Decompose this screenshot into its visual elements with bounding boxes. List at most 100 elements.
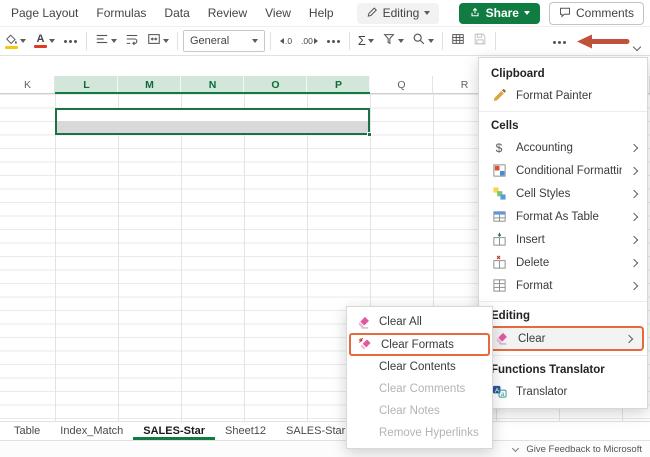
conditional-formatting-icon <box>491 163 507 179</box>
autosum-button[interactable]: Σ <box>355 29 377 53</box>
comments-label: Comments <box>576 6 634 20</box>
merge-cells-icon <box>147 32 161 51</box>
increase-decimal-icon: .00 <box>301 36 318 46</box>
chevron-right-icon <box>630 166 638 174</box>
section-header-editing: Editing <box>479 303 647 326</box>
tab-data[interactable]: Data <box>155 2 198 24</box>
wrap-text-button[interactable] <box>122 29 142 53</box>
tab-help[interactable]: Help <box>300 2 343 24</box>
chevron-down-icon <box>398 39 404 43</box>
menu-section-cells: Cells $ Accounting Conditional Formattin… <box>479 111 647 297</box>
share-button[interactable]: Share <box>459 3 540 24</box>
eraser-formats-icon <box>357 337 373 353</box>
comments-button[interactable]: Comments <box>549 2 644 25</box>
chevron-down-icon <box>424 11 430 15</box>
selected-range-filled-row <box>57 121 368 133</box>
submenu-item-remove-hyperlinks: Remove Hyperlinks <box>347 422 492 444</box>
chevron-down-icon <box>111 39 117 43</box>
format-as-table-icon <box>491 209 507 225</box>
toolbar: A General <box>0 27 650 56</box>
section-header-cells: Cells <box>479 113 647 136</box>
sheet-tab-bar: Table Index_Match SALES-Star Sheet12 SAL… <box>0 421 650 440</box>
chevron-down-icon <box>49 39 55 43</box>
column-header-q[interactable]: Q <box>370 76 433 94</box>
chevron-right-icon <box>625 334 633 342</box>
column-header-o[interactable]: O <box>244 76 307 94</box>
tab-page-layout[interactable]: Page Layout <box>2 2 87 24</box>
menu-item-delete[interactable]: Delete <box>479 251 647 274</box>
decrease-decimal-button[interactable]: .0 <box>276 29 296 53</box>
insert-table-button[interactable] <box>448 29 468 53</box>
sort-filter-icon <box>382 32 396 51</box>
menu-item-format-as-table[interactable]: Format As Table <box>479 205 647 228</box>
menu-item-format-painter[interactable]: Format Painter <box>479 84 647 107</box>
chevron-down-icon <box>163 39 169 43</box>
toolbar-separator <box>270 32 271 50</box>
sheet-tab-index-match[interactable]: Index_Match <box>50 423 133 440</box>
font-color-icon: A <box>34 34 47 48</box>
menu-bar: Page Layout Formulas Data Review View He… <box>0 0 650 27</box>
sheet-tab-sales-star-active[interactable]: SALES-Star <box>133 423 215 440</box>
insert-icon <box>491 232 507 248</box>
menu-item-insert[interactable]: Insert <box>479 228 647 251</box>
column-header-m[interactable]: M <box>118 76 181 94</box>
editing-mode-button[interactable]: Editing <box>357 3 440 24</box>
chevron-down-icon <box>633 42 641 50</box>
increase-decimal-button[interactable]: .00 <box>298 29 321 53</box>
submenu-item-clear-all[interactable]: Clear All <box>347 311 492 333</box>
section-header-clipboard: Clipboard <box>479 61 647 84</box>
column-header-n[interactable]: N <box>181 76 244 94</box>
feedback-link[interactable]: Give Feedback to Microsoft <box>526 444 642 455</box>
more-font-options-button[interactable] <box>60 29 81 53</box>
more-number-formats-button[interactable] <box>323 29 344 53</box>
sort-filter-button[interactable] <box>379 29 407 53</box>
toolbar-overflow-button[interactable] <box>549 30 570 54</box>
save-icon <box>473 32 487 51</box>
selected-range-unfilled-row <box>57 110 368 121</box>
fill-color-button[interactable] <box>2 29 29 53</box>
menu-item-translator[interactable]: Aa Translator <box>479 380 647 403</box>
format-icon <box>491 278 507 294</box>
menu-item-cell-styles[interactable]: Cell Styles <box>479 182 647 205</box>
alignment-button[interactable] <box>92 29 120 53</box>
menu-item-conditional-formatting[interactable]: Conditional Formatting <box>479 159 647 182</box>
tab-view[interactable]: View <box>256 2 300 24</box>
submenu-item-clear-notes: Clear Notes <box>347 400 492 422</box>
delete-icon <box>491 255 507 271</box>
font-color-button[interactable]: A <box>31 29 58 53</box>
column-header-l[interactable]: L <box>55 76 118 94</box>
column-header-p[interactable]: P <box>307 76 370 94</box>
sheet-tab-sheet12[interactable]: Sheet12 <box>215 423 276 440</box>
editing-label: Editing <box>383 6 420 20</box>
menu-item-clear[interactable]: Clear <box>482 326 644 351</box>
fill-handle[interactable] <box>367 132 372 137</box>
toolbar-separator <box>177 32 178 50</box>
column-header-k[interactable]: K <box>0 76 55 94</box>
decrease-decimal-icon: .0 <box>280 36 292 46</box>
toolbar-separator <box>86 32 87 50</box>
menu-item-accounting[interactable]: $ Accounting <box>479 136 647 159</box>
selected-range[interactable] <box>55 108 370 135</box>
chevron-right-icon <box>630 258 638 266</box>
sheet-tab-table[interactable]: Table <box>4 423 50 440</box>
find-button[interactable] <box>409 29 437 53</box>
menu-item-format[interactable]: Format <box>479 274 647 297</box>
chevron-down-icon <box>512 444 519 451</box>
menu-section-clipboard: Clipboard Format Painter <box>479 61 647 107</box>
overflow-ellipsis-icon <box>558 41 561 44</box>
insert-table-icon <box>451 32 465 51</box>
merge-cells-button[interactable] <box>144 29 172 53</box>
overflow-dropdown-menu: Clipboard Format Painter Cells $ Account… <box>478 57 648 409</box>
tab-review[interactable]: Review <box>199 2 256 24</box>
tab-formulas[interactable]: Formulas <box>87 2 155 24</box>
toolbar-separator <box>442 32 443 50</box>
submenu-item-clear-formats[interactable]: Clear Formats <box>349 333 490 356</box>
save-button[interactable] <box>470 29 490 53</box>
chevron-down-icon <box>428 39 434 43</box>
cell-styles-icon <box>491 186 507 202</box>
toolbar-separator <box>349 32 350 50</box>
submenu-item-clear-contents[interactable]: Clear Contents <box>347 356 492 378</box>
number-format-select[interactable]: General <box>183 30 265 52</box>
menu-item-label: Format Painter <box>516 90 637 102</box>
clear-submenu: Clear All Clear Formats Clear Contents C… <box>346 306 493 449</box>
